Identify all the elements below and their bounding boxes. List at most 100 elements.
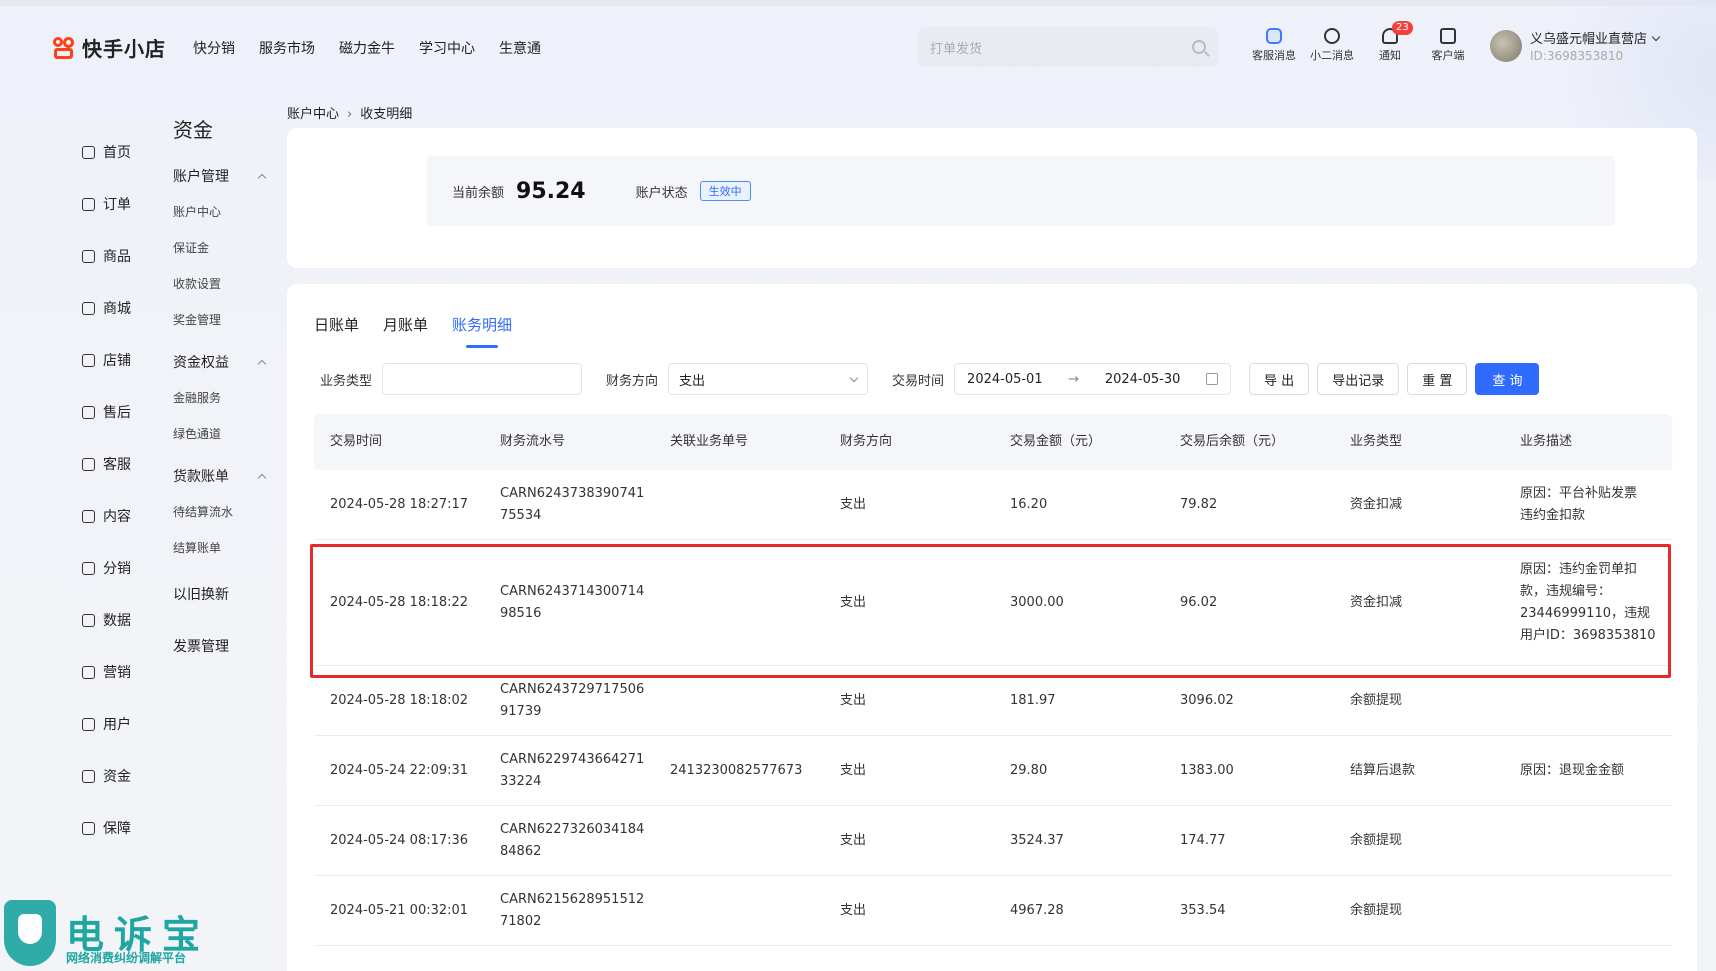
export-button[interactable]: 导 出 <box>1249 363 1310 395</box>
cell-time: 2024-05-28 18:18:02 <box>330 692 469 708</box>
tab-daily[interactable]: 日账单 <box>314 314 359 348</box>
date-range-picker[interactable]: 2024-05-01 → 2024-05-30 <box>954 363 1232 395</box>
cell-line: CARN6243714300714 <box>500 583 645 599</box>
nav-group-rights[interactable]: 资金权益 <box>173 351 273 373</box>
reset-button[interactable]: 重 置 <box>1407 363 1468 395</box>
nav-item-mall[interactable]: 商城 <box>82 282 162 334</box>
nav-item-aftersale[interactable]: 售后 <box>82 386 162 438</box>
table-row: 2024-05-28 18:18:02 CARN6243729717506 9173… <box>314 666 1672 736</box>
nav-group-tradein[interactable]: 以旧换新 <box>173 583 273 605</box>
cart-icon <box>82 561 95 575</box>
direction-select[interactable]: 支出 <box>668 363 869 395</box>
direction-value: 支出 <box>679 373 706 389</box>
desktop-client-button[interactable]: 客户端 <box>1426 28 1470 63</box>
cell-line: 原因：平台补贴发票 <box>1520 485 1638 501</box>
cell-amount: 16.20 <box>1010 496 1048 512</box>
calendar-icon <box>1206 373 1219 385</box>
notification-button[interactable]: 23 通知 <box>1368 21 1413 63</box>
nav-item-distribution[interactable]: 分销 <box>82 542 162 594</box>
cell-line: CARN6243738390741 <box>500 485 645 501</box>
nav-group-invoice[interactable]: 发票管理 <box>173 635 273 657</box>
biz-type-label: 业务类型 <box>320 373 373 389</box>
query-button[interactable]: 查 询 <box>1475 363 1540 395</box>
subnav-item[interactable]: 待结算流水 <box>173 493 273 529</box>
cell-line: 98516 <box>500 605 542 621</box>
topnav-item[interactable]: 生意通 <box>499 38 541 58</box>
direction-label: 财务方向 <box>606 373 659 389</box>
secondary-nav: 资金 账户管理 账户中心 保证金 收款设置 奖金管理 资金权益 金融服务 绿色通… <box>173 114 273 657</box>
subnav-item[interactable]: 保证金 <box>173 229 273 265</box>
table-row: 2024-05-24 08:17:36 CARN6227326034184 8486… <box>314 806 1672 876</box>
nav-item-guarantee[interactable]: 保障 <box>82 802 162 854</box>
group-label: 账户管理 <box>173 169 229 185</box>
chevron-down-icon <box>849 373 859 382</box>
search-input[interactable]: 打单发货 <box>918 27 1218 67</box>
cell-line: 原因：退现金金额 <box>1520 762 1625 778</box>
cell-desc: 原因：退现金金额 <box>1504 760 1672 782</box>
balance-panel: 当前余额 95.24 账户状态 生效中 <box>427 156 1615 226</box>
date-to: 2024-05-30 <box>1104 371 1181 387</box>
cell-line: 违约金扣款 <box>1520 507 1586 523</box>
desktop-icon <box>1440 28 1456 44</box>
breadcrumb-current: 收支明细 <box>360 107 413 122</box>
tab-monthly[interactable]: 月账单 <box>383 314 428 348</box>
cell-after: 174.77 <box>1180 832 1226 848</box>
biz-type-input[interactable] <box>382 363 583 395</box>
nav-item-service[interactable]: 客服 <box>82 438 162 490</box>
cell-line: 23446999110，违规 <box>1520 605 1650 621</box>
user-id: ID:3698353810 <box>1530 49 1624 63</box>
cell-serial: CARN6215628951512 71802 <box>484 889 654 933</box>
date-from: 2024-05-01 <box>967 371 1043 387</box>
aftersale-icon <box>82 405 95 419</box>
watermark-logo: 电诉宝 网络消费纠纷调解平台 <box>0 900 220 971</box>
brand-logo[interactable]: 快手小店 <box>52 33 166 62</box>
staff-message-button[interactable]: 小二消息 <box>1310 28 1354 63</box>
group-label: 发票管理 <box>173 639 229 655</box>
topnav-item[interactable]: 学习中心 <box>419 38 475 58</box>
cell-after: 3096.02 <box>1180 692 1234 708</box>
nav-item-data[interactable]: 数据 <box>82 594 162 646</box>
topnav-item[interactable]: 服务市场 <box>259 38 315 58</box>
topnav-item[interactable]: 快分销 <box>193 38 235 58</box>
group-label: 资金权益 <box>173 355 229 371</box>
nav-item-products[interactable]: 商品 <box>82 230 162 282</box>
user-menu[interactable]: 义乌盛元帽业直营店 ID:3698353810 <box>1490 28 1661 63</box>
tab-details[interactable]: 账务明细 <box>452 314 512 348</box>
subnav-item[interactable]: 绿色通道 <box>173 415 273 451</box>
product-icon <box>82 249 95 263</box>
subnav-item[interactable]: 结算账单 <box>173 529 273 565</box>
search-icon[interactable] <box>1192 40 1206 54</box>
subnav-item[interactable]: 收款设置 <box>173 265 273 301</box>
nav-item-shop[interactable]: 店铺 <box>82 334 162 386</box>
nav-item-home[interactable]: 首页 <box>82 126 162 178</box>
cell-time: 2024-05-24 22:09:31 <box>330 762 469 778</box>
cell-desc: 原因：平台补贴发票 违约金扣款 <box>1504 483 1672 527</box>
subnav-item[interactable]: 金融服务 <box>173 379 273 415</box>
export-log-button[interactable]: 导出记录 <box>1317 363 1400 395</box>
nav-item-content[interactable]: 内容 <box>82 490 162 542</box>
shield-fist-icon <box>4 900 56 966</box>
nav-item-marketing[interactable]: 营销 <box>82 646 162 698</box>
breadcrumb-parent[interactable]: 账户中心 <box>287 107 339 122</box>
cell-after: 353.54 <box>1180 902 1226 918</box>
topnav-item[interactable]: 磁力金牛 <box>339 38 395 58</box>
nav-item-funds[interactable]: 资金 <box>82 750 162 802</box>
money-icon <box>82 769 95 783</box>
chat-icon <box>1324 28 1340 44</box>
nav-item-orders[interactable]: 订单 <box>82 178 162 230</box>
cell-type: 余额提现 <box>1350 902 1403 918</box>
nav-group-bills[interactable]: 货款账单 <box>173 465 273 487</box>
nav-item-users[interactable]: 用户 <box>82 698 162 750</box>
nav-label: 商品 <box>103 249 131 265</box>
subnav-item[interactable]: 账户中心 <box>173 193 273 229</box>
user-icon <box>82 717 95 731</box>
nav-group-account[interactable]: 账户管理 <box>173 165 273 187</box>
column-header: 交易时间 <box>330 434 383 449</box>
filter-bar: 业务类型 财务方向 支出 交易时间 2024-05-01 → 2024-05-3… <box>320 362 1540 396</box>
subnav-item[interactable]: 奖金管理 <box>173 301 273 337</box>
service-message-button[interactable]: 客服消息 <box>1252 28 1296 63</box>
cell-line: CARN6243729717506 <box>500 681 645 697</box>
content-icon <box>82 509 95 523</box>
column-header: 业务类型 <box>1350 434 1403 449</box>
cell-line: 71802 <box>500 913 542 929</box>
